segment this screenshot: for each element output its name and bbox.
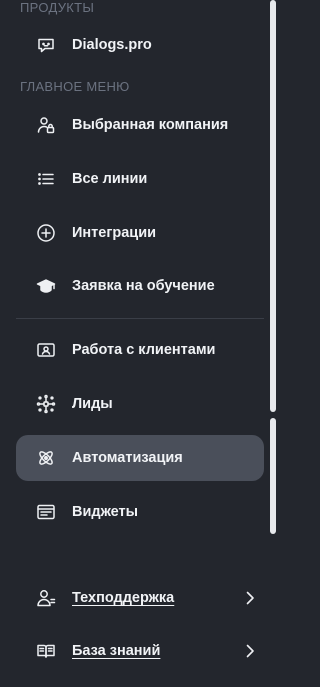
chat-bot-icon — [36, 35, 56, 55]
nav-label: Интеграции — [72, 225, 157, 241]
nav-item-all-lines[interactable]: Все линии — [16, 156, 264, 202]
plus-circle-icon — [36, 223, 56, 243]
nav-label: Техподдержка — [72, 590, 175, 606]
nav-item-client-work[interactable]: Работа с клиентами — [16, 327, 264, 373]
nav-item-leads[interactable]: Лиды — [16, 381, 264, 427]
nav-label: Все линии — [72, 171, 148, 187]
list-icon — [36, 169, 56, 189]
atom-icon — [36, 448, 56, 468]
sidebar: ПРОДУКТЫ Dialogs.pro ГЛАВНОЕ МЕНЮ Выбран… — [0, 0, 293, 687]
section-title-main-menu: ГЛАВНОЕ МЕНЮ — [20, 79, 130, 94]
divider — [16, 318, 264, 319]
section-title-products: ПРОДУКТЫ — [20, 0, 95, 15]
nav-label: Выбранная компания — [72, 117, 229, 133]
nav-item-training-request[interactable]: Заявка на обучение — [16, 263, 264, 309]
nav-item-widgets[interactable]: Виджеты — [16, 489, 264, 535]
id-card-icon — [36, 340, 56, 360]
nav-label: Лиды — [72, 396, 113, 412]
book-icon — [36, 641, 56, 661]
scrollbar-track-lower[interactable] — [270, 418, 276, 534]
widget-window-icon — [36, 502, 56, 522]
graduation-cap-icon — [36, 276, 56, 296]
chevron-right-icon — [242, 590, 258, 606]
scrollbar-thumb[interactable] — [270, 0, 276, 412]
nav-item-dialogs-pro[interactable]: Dialogs.pro — [16, 22, 264, 68]
network-icon — [36, 394, 56, 414]
nav-item-support[interactable]: Техподдержка — [16, 575, 264, 621]
user-lock-icon — [36, 115, 56, 135]
nav-label: База знаний — [72, 643, 161, 659]
nav-label: Dialogs.pro — [72, 37, 152, 53]
chevron-right-icon — [242, 643, 258, 659]
nav-item-knowledge-base[interactable]: База знаний — [16, 628, 264, 674]
nav-item-automation[interactable]: Автоматизация — [16, 435, 264, 481]
nav-label: Автоматизация — [72, 450, 183, 466]
nav-label: Виджеты — [72, 504, 139, 520]
support-user-icon — [36, 588, 56, 608]
nav-label: Работа с клиентами — [72, 342, 216, 358]
nav-item-integrations[interactable]: Интеграции — [16, 210, 264, 256]
nav-label: Заявка на обучение — [72, 278, 215, 294]
nav-item-selected-company[interactable]: Выбранная компания — [16, 102, 264, 148]
